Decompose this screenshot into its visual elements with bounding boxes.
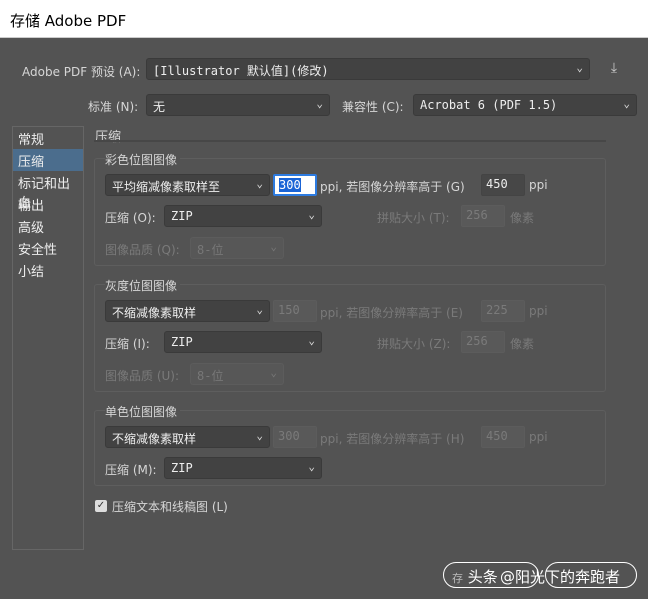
tile-unit: 像素 xyxy=(510,211,535,225)
divider xyxy=(94,140,606,142)
sidebar: 常规 压缩 标记和出血 输出 高级 安全性 小结 xyxy=(12,126,84,550)
color-compress-label: 压缩 (O): xyxy=(105,211,156,225)
value: 不缩减像素取样 xyxy=(112,306,197,320)
sidebar-item-general[interactable]: 常规 xyxy=(13,127,83,149)
gray-quality-dropdown[interactable]: 8-位 ⌄ xyxy=(190,363,284,385)
watermark: 头条 xyxy=(467,568,498,586)
value: ZIP xyxy=(171,209,193,223)
chevron-down-icon: ⌄ xyxy=(308,334,315,347)
sidebar-item-security[interactable]: 安全性 xyxy=(13,237,83,259)
gray-compress-label: 压缩 (I): xyxy=(105,337,150,351)
standard-dropdown[interactable]: 无 ⌄ xyxy=(146,94,330,116)
compat-dropdown[interactable]: Acrobat 6 (PDF 1.5) ⌄ xyxy=(413,94,637,116)
color-title: 彩色位图图像 xyxy=(105,151,181,168)
watermark-text: @阳光下的奔跑者 xyxy=(500,568,621,586)
color-tile-input[interactable]: 256 xyxy=(461,205,505,227)
chevron-down-icon: ⌄ xyxy=(256,177,263,190)
value: 不缩减像素取样 xyxy=(112,432,197,446)
gray-tile-label: 拼贴大小 (Z): xyxy=(377,337,451,351)
value: 平均缩减像素取样至 xyxy=(112,180,221,194)
chevron-down-icon: ⌄ xyxy=(256,303,263,316)
value: ZIP xyxy=(171,461,193,475)
mono-title: 单色位图图像 xyxy=(105,403,181,420)
chevron-down-icon: ⌄ xyxy=(308,208,315,221)
value: 300 xyxy=(279,178,301,192)
chevron-down-icon: ⌄ xyxy=(270,240,277,253)
color-above-label: ppi, 若图像分辨率高于 (G) xyxy=(320,180,465,194)
color-above-input[interactable]: 450 xyxy=(481,174,525,196)
mono-above-input[interactable]: 450 xyxy=(481,426,525,448)
gray-ppi-input[interactable]: 150 xyxy=(273,300,317,322)
save-preset-icon[interactable]: ⤓ xyxy=(604,60,624,80)
chevron-down-icon: ⌄ xyxy=(623,97,630,110)
sidebar-item-compression[interactable]: 压缩 xyxy=(13,149,83,171)
color-quality-label: 图像品质 (Q): xyxy=(105,243,180,257)
compat-label: 兼容性 (C): xyxy=(342,100,404,114)
standard-value: 无 xyxy=(153,100,166,114)
sidebar-item-output[interactable]: 输出 xyxy=(13,193,83,215)
mono-sampling-dropdown[interactable]: 不缩减像素取样 ⌄ xyxy=(105,426,270,448)
ppi-unit: ppi xyxy=(529,178,548,192)
standard-label: 标准 (N): xyxy=(88,100,139,114)
ppi-unit: ppi xyxy=(529,430,548,444)
chevron-down-icon: ⌄ xyxy=(308,460,315,473)
gray-sampling-dropdown[interactable]: 不缩减像素取样 ⌄ xyxy=(105,300,270,322)
mono-compress-dropdown[interactable]: ZIP ⌄ xyxy=(164,457,322,479)
color-tile-label: 拼贴大小 (T): xyxy=(377,211,450,225)
ppi-unit: ppi xyxy=(529,304,548,318)
gray-tile-input[interactable]: 256 xyxy=(461,331,505,353)
value: 8-位 xyxy=(197,369,224,383)
compat-value: Acrobat 6 (PDF 1.5) xyxy=(420,98,558,112)
title-bar: 存储 Adobe PDF xyxy=(0,0,648,38)
chevron-down-icon: ⌄ xyxy=(576,61,583,74)
preset-dropdown[interactable]: [Illustrator 默认值](修改) ⌄ xyxy=(146,58,590,80)
sidebar-item-advanced[interactable]: 高级 xyxy=(13,215,83,237)
value: 8-位 xyxy=(197,243,224,257)
gray-above-input[interactable]: 225 xyxy=(481,300,525,322)
section-title: 压缩 xyxy=(95,130,122,145)
compress-text-label: 压缩文本和线稿图 (L) xyxy=(112,500,228,514)
gray-compress-dropdown[interactable]: ZIP ⌄ xyxy=(164,331,322,353)
compress-text-checkbox[interactable]: ✓ xyxy=(95,500,107,512)
gray-above-label: ppi, 若图像分辨率高于 (E) xyxy=(320,306,463,320)
chevron-down-icon: ⌄ xyxy=(256,429,263,442)
gray-quality-label: 图像品质 (U): xyxy=(105,369,180,383)
chevron-down-icon: ⌄ xyxy=(270,366,277,379)
mono-ppi-input[interactable]: 300 xyxy=(273,426,317,448)
color-ppi-input[interactable]: 300 xyxy=(273,174,317,196)
value: ZIP xyxy=(171,335,193,349)
chevron-down-icon: ⌄ xyxy=(316,97,323,110)
tile-unit: 像素 xyxy=(510,337,535,351)
save-label: 存 xyxy=(452,572,463,585)
color-compress-dropdown[interactable]: ZIP ⌄ xyxy=(164,205,322,227)
gray-title: 灰度位图图像 xyxy=(105,277,181,294)
color-sampling-dropdown[interactable]: 平均缩减像素取样至 ⌄ xyxy=(105,174,270,196)
mono-compress-label: 压缩 (M): xyxy=(105,463,157,477)
sidebar-item-summary[interactable]: 小结 xyxy=(13,259,83,281)
preset-label: Adobe PDF 预设 (A): xyxy=(22,65,141,79)
preset-value: [Illustrator 默认值](修改) xyxy=(153,64,329,78)
mono-above-label: ppi, 若图像分辨率高于 (H) xyxy=(320,432,465,446)
sidebar-item-marks-bleeds[interactable]: 标记和出血 xyxy=(13,171,83,211)
color-quality-dropdown[interactable]: 8-位 ⌄ xyxy=(190,237,284,259)
